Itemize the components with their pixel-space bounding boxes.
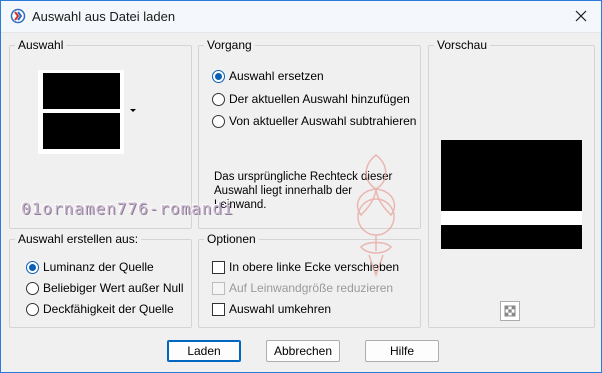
app-icon	[10, 8, 26, 24]
radio-nonzero-value[interactable]: Beliebiger Wert außer Null	[26, 280, 184, 296]
close-button[interactable]	[561, 1, 601, 32]
radio-label: Beliebiger Wert außer Null	[43, 281, 184, 295]
radio-luminance[interactable]: Luminanz der Quelle	[26, 259, 154, 275]
transparency-toggle-button[interactable]	[500, 301, 520, 321]
radio-opacity[interactable]: Deckfähigkeit der Quelle	[26, 301, 174, 317]
radio-label: Von aktueller Auswahl subtrahieren	[229, 114, 417, 128]
radio-label: Luminanz der Quelle	[43, 260, 154, 274]
radio-add-selection[interactable]: Der aktuellen Auswahl hinzufügen	[212, 91, 410, 107]
checkerboard-icon	[504, 305, 516, 317]
preview-image	[441, 140, 582, 249]
selection-group: Auswahl	[9, 38, 192, 229]
radio-indicator	[212, 92, 225, 106]
checkbox-indicator	[212, 302, 225, 316]
radio-label: Der aktuellen Auswahl hinzufügen	[229, 92, 410, 106]
operation-group-title: Vorgang	[204, 38, 255, 52]
selection-thumbnail[interactable]	[38, 70, 124, 154]
title-bar: Auswahl aus Datei laden	[1, 1, 601, 33]
radio-indicator	[26, 281, 39, 295]
preview-selection-bar	[441, 211, 582, 225]
radio-indicator	[212, 69, 225, 83]
radio-subtract-selection[interactable]: Von aktueller Auswahl subtrahieren	[212, 113, 416, 129]
operation-group: Vorgang Auswahl ersetzen Der aktuellen A…	[198, 38, 421, 229]
close-icon	[575, 10, 587, 22]
radio-indicator	[26, 302, 39, 316]
checkbox-crop-to-canvas[interactable]: Auf Leinwandgröße reduzieren	[212, 280, 393, 296]
cancel-button[interactable]: Abbrechen	[266, 340, 340, 362]
checkbox-indicator	[212, 260, 225, 274]
preview-group: Vorschau	[428, 38, 595, 328]
checkbox-label: Auswahl umkehren	[229, 302, 332, 316]
checkbox-indicator	[212, 281, 225, 295]
radio-indicator	[26, 260, 39, 274]
load-button[interactable]: Laden	[167, 340, 241, 362]
checkbox-invert-selection[interactable]: Auswahl umkehren	[212, 301, 331, 317]
chevron-down-icon[interactable]	[130, 109, 136, 112]
selection-thumb-top	[43, 73, 120, 109]
help-button[interactable]: Hilfe	[365, 340, 439, 362]
selection-group-title: Auswahl	[15, 38, 67, 52]
options-group-title: Optionen	[204, 232, 259, 246]
create-from-group-title: Auswahl erstellen aus:	[15, 232, 142, 246]
info-text: Das ursprüngliche Rechteck dieser Auswah…	[214, 171, 393, 211]
preview-group-title: Vorschau	[434, 38, 491, 52]
selection-thumb-bottom	[43, 113, 120, 149]
create-from-group: Auswahl erstellen aus: Luminanz der Quel…	[9, 232, 192, 328]
radio-indicator	[212, 114, 225, 128]
radio-label: Deckfähigkeit der Quelle	[43, 302, 174, 316]
options-group: Optionen In obere linke Ecke verschieben…	[198, 232, 421, 328]
dialog-window: Auswahl aus Datei laden Auswahl Vorgang …	[0, 0, 602, 373]
checkbox-label: Auf Leinwandgröße reduzieren	[229, 281, 394, 295]
radio-replace-selection[interactable]: Auswahl ersetzen	[212, 68, 324, 84]
radio-label: Auswahl ersetzen	[229, 69, 324, 83]
window-title: Auswahl aus Datei laden	[32, 9, 176, 24]
checkbox-label: In obere linke Ecke verschieben	[229, 260, 400, 274]
checkbox-move-top-left[interactable]: In obere linke Ecke verschieben	[212, 259, 399, 275]
